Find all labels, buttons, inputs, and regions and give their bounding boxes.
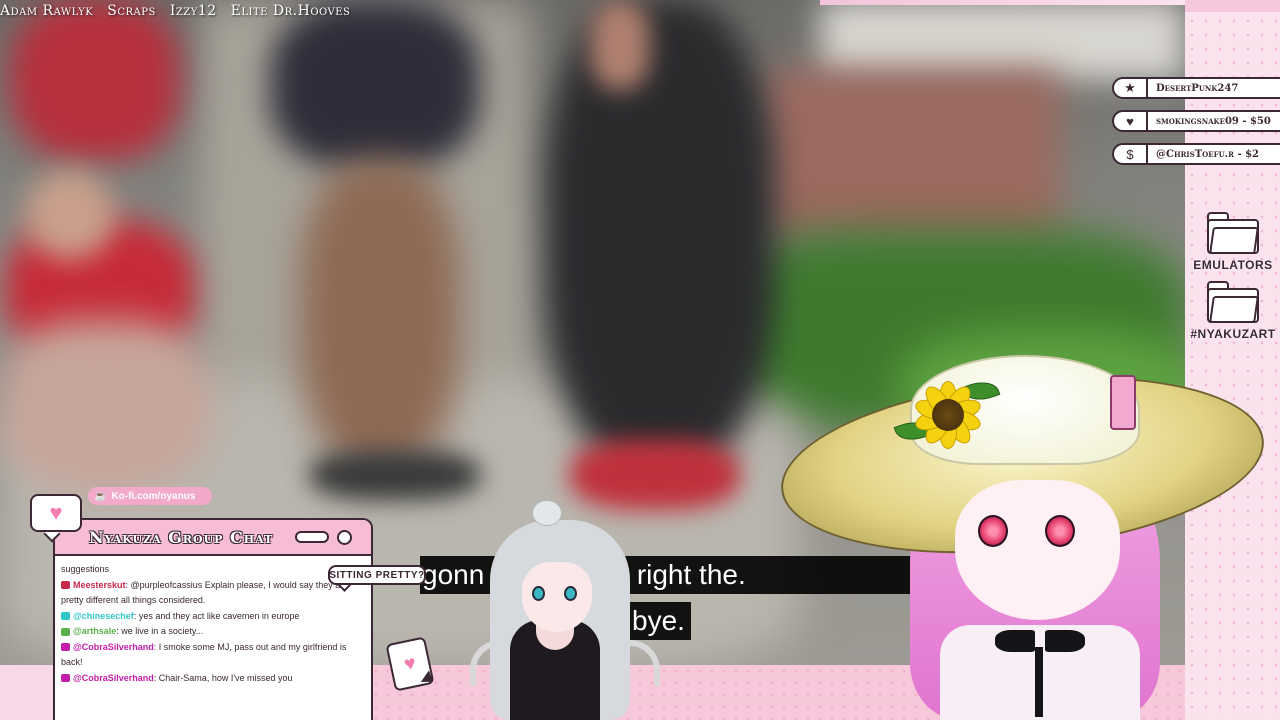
- chat-message-text: : we live in a society...: [116, 626, 204, 636]
- chat-panel: Nyakuza Group Chat suggestions Meestersk…: [53, 518, 373, 720]
- speech-bubble: SITTING PRETTY?: [328, 565, 426, 585]
- video-person-3-body: [545, 0, 775, 470]
- chat-messages: suggestions Meesterskut: @purpleofcassiu…: [55, 556, 371, 686]
- video-person-2-top: [270, 0, 480, 170]
- alert-text: smokingsnake09 - $50: [1156, 115, 1271, 127]
- video-person-1-head: [25, 170, 115, 260]
- stream-overlay: Adam Rawlyk Scraps Izzy12 Elite Dr.Hoove…: [0, 0, 1280, 720]
- alert-text: DesertPunk247: [1156, 82, 1239, 94]
- chat-message: Meesterskut: @purpleofcassius Explain pl…: [61, 578, 365, 609]
- badge-icon: [61, 627, 70, 636]
- main-avatar: [772, 355, 1280, 720]
- badge-icon: [61, 643, 70, 652]
- credit-name: Scraps: [107, 3, 156, 19]
- chat-header: Nyakuza Group Chat: [55, 520, 371, 556]
- alert-donation: ♥ smokingsnake09 - $50: [1112, 110, 1280, 132]
- avatar-eye-right: [1045, 515, 1075, 547]
- avatar-ribbon-tail: [1035, 647, 1043, 717]
- avatar-hair-bun: [532, 500, 562, 526]
- badge-icon: [61, 581, 70, 590]
- chat-username: @CobraSilverhand: [73, 672, 154, 683]
- folder-emulators[interactable]: EMULATORS: [1188, 212, 1278, 272]
- avatar-eye-right: [564, 586, 577, 601]
- video-person-2-legs: [300, 160, 460, 470]
- top-accent-strip: [820, 0, 1185, 5]
- chat-message-text: suggestions: [61, 564, 110, 574]
- hat-ribbon: [1110, 375, 1136, 430]
- avatar-eye-left: [532, 586, 545, 601]
- chat-username: @arthsale: [73, 626, 117, 636]
- video-person-1-legs: [0, 320, 210, 490]
- avatar-bow: [995, 630, 1085, 654]
- kofi-icon: ☕: [94, 490, 107, 502]
- video-person-3-hand: [590, 0, 650, 90]
- chat-message-text: : Chair-Sama, how I've missed you: [153, 672, 293, 683]
- chat-minimize-button[interactable]: [295, 531, 329, 543]
- credit-name: Elite Dr.Hooves: [230, 3, 351, 19]
- credits-ticker: Adam Rawlyk Scraps Izzy12 Elite Dr.Hoove…: [0, 0, 350, 22]
- badge-icon: [61, 674, 70, 683]
- video-bg-house: [760, 70, 1060, 240]
- video-bg-sky: [820, 0, 1185, 80]
- chat-username: Meesterskut: [73, 579, 126, 590]
- folder-icon: [1207, 212, 1259, 254]
- video-person-2-shoes: [310, 450, 480, 500]
- sunflower-icon: [893, 375, 1001, 453]
- chat-close-button[interactable]: [337, 530, 352, 545]
- credit-name: Izzy12: [169, 3, 217, 19]
- credit-name: Adam Rawlyk: [0, 3, 94, 19]
- folder-icon: [1207, 281, 1259, 323]
- avatar-face: [955, 480, 1120, 620]
- folder-label: #NYAKUZART: [1190, 327, 1276, 341]
- chat-message: @arthsale: we live in a society...: [61, 624, 365, 640]
- alert-follower: ★ DesertPunk247: [1112, 77, 1280, 99]
- badge-icon: [61, 612, 70, 621]
- chat-message: @CobraSilverhand: I smoke some MJ, pass …: [61, 640, 365, 671]
- chat-message: @chinesechef: yes and they act like cave…: [61, 609, 365, 625]
- kofi-link[interactable]: ☕ Ko-fi.com/nyanus: [88, 487, 212, 505]
- chat-message: @CobraSilverhand: Chair-Sama, how I've m…: [61, 671, 365, 687]
- secondary-avatar: [470, 500, 660, 720]
- alert-tip: $ @ChrisToefu.r - $2: [1112, 143, 1280, 165]
- folder-nyakuzart[interactable]: #NYAKUZART: [1188, 281, 1278, 341]
- alert-text: @ChrisToefu.r - $2: [1156, 148, 1259, 160]
- sidebar-top-decoration: [1185, 0, 1280, 12]
- chat-title: Nyakuza Group Chat: [89, 527, 274, 547]
- kofi-link-text: Ko-fi.com/nyanus: [111, 490, 196, 502]
- video-person-1-shirt: [10, 0, 180, 160]
- chat-message: suggestions: [61, 562, 365, 578]
- chat-username: @CobraSilverhand: [73, 641, 154, 652]
- star-icon: ★: [1114, 79, 1148, 97]
- avatar-eye-left: [978, 515, 1008, 547]
- chat-username: @chinesechef: [73, 610, 134, 621]
- chat-message-text: : yes and they act like cavemen in europ…: [133, 610, 300, 621]
- heart-icon: ♥: [30, 494, 82, 532]
- dollar-icon: $: [1114, 145, 1148, 163]
- folder-label: EMULATORS: [1193, 258, 1273, 272]
- heart-icon: ♥: [1114, 112, 1148, 130]
